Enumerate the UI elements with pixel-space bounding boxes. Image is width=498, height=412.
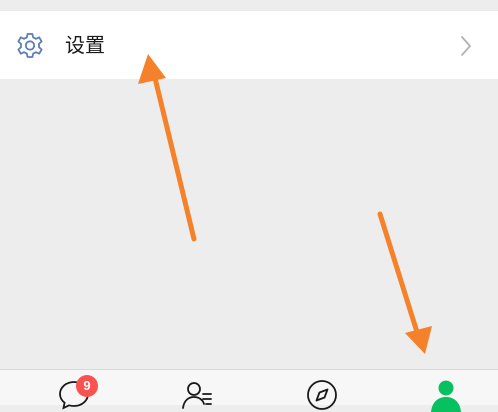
bottom-tab-bar: 9 [0, 369, 498, 412]
settings-row[interactable]: 设置 [0, 11, 498, 79]
contacts-icon [182, 382, 212, 409]
unread-badge: 9 [76, 375, 98, 397]
settings-label: 设置 [65, 33, 105, 57]
tab-discover[interactable] [260, 370, 384, 410]
tab-contacts[interactable] [136, 370, 260, 409]
chevron-right-icon [461, 36, 471, 56]
annotation-arrow-me-tab [377, 211, 432, 354]
tab-me[interactable] [384, 370, 498, 412]
me-profile-icon [431, 380, 461, 412]
discover-compass-icon [307, 380, 337, 410]
gear-icon [17, 33, 43, 58]
tab-chats[interactable]: 9 [12, 370, 136, 410]
annotation-arrow-settings [138, 54, 197, 242]
